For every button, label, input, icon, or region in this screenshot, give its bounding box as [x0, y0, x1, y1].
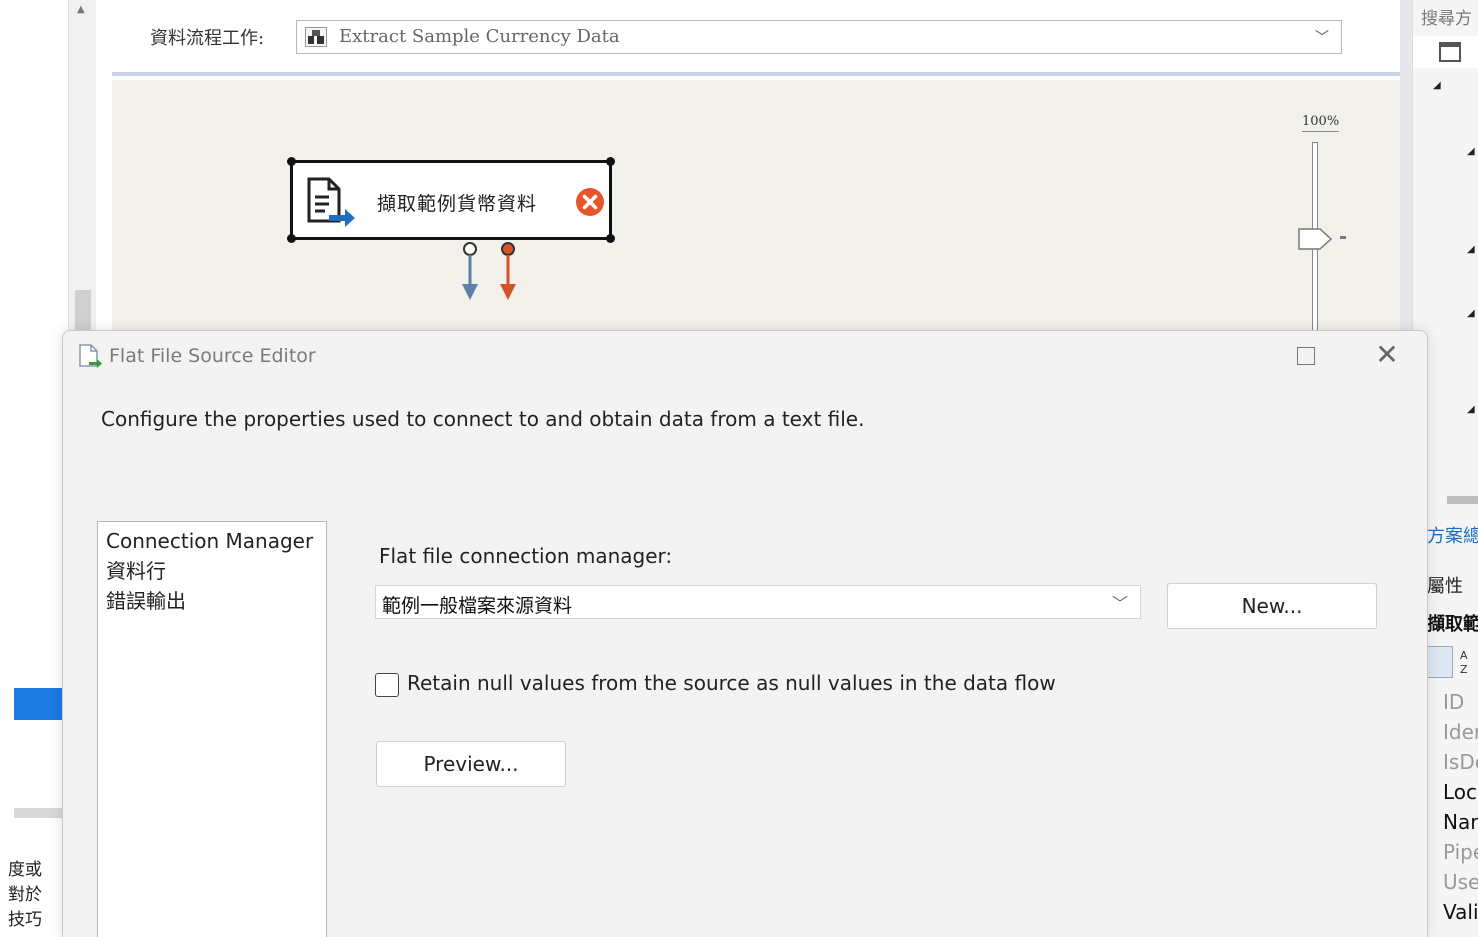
data-flow-task-select[interactable]: Extract Sample Currency Data ﹀: [296, 20, 1342, 54]
solution-explorer-tab[interactable]: 方案總: [1427, 522, 1478, 548]
data-flow-task-value: Extract Sample Currency Data: [339, 26, 620, 47]
expand-icon[interactable]: ◢: [1467, 308, 1475, 319]
left-text-line-2: 對於: [8, 885, 42, 905]
new-connection-button[interactable]: New...: [1167, 583, 1377, 629]
nav-item-columns[interactable]: 資料行: [98, 556, 326, 586]
scroll-thumb[interactable]: [75, 290, 91, 330]
flat-file-source-editor-dialog: Flat File Source Editor ✕ Configure the …: [62, 330, 1428, 937]
flat-file-source-icon: [79, 344, 102, 368]
maximize-icon[interactable]: [1297, 347, 1315, 365]
categorized-icon[interactable]: [1427, 646, 1453, 678]
svg-text:Z: Z: [1460, 663, 1468, 676]
nav-item-error-output[interactable]: 錯誤輸出: [98, 586, 326, 616]
property-validate[interactable]: Vali: [1443, 900, 1478, 924]
scroll-thumb[interactable]: [1447, 496, 1478, 504]
zoom-level-label: 100%: [1302, 114, 1340, 132]
solution-icon: [1439, 42, 1461, 62]
solution-search-input[interactable]: 搜尋方: [1421, 4, 1472, 29]
connection-manager-label: Flat file connection manager:: [379, 544, 673, 568]
canvas-border: [1400, 0, 1412, 340]
property-name[interactable]: Nar: [1443, 810, 1478, 834]
solution-tree-root[interactable]: [1413, 36, 1478, 68]
left-text-line-3: 技巧: [8, 910, 42, 930]
error-icon[interactable]: [575, 187, 605, 217]
property-isdefault[interactable]: IsDe: [1443, 750, 1478, 774]
scroll-up-icon[interactable]: ▲: [77, 4, 85, 15]
chevron-down-icon[interactable]: ﹀: [1315, 27, 1329, 47]
close-icon[interactable]: ✕: [1375, 339, 1399, 371]
properties-toolbar: A Z: [1427, 644, 1478, 680]
flat-file-source-component[interactable]: 擷取範例貨幣資料: [287, 157, 615, 243]
resize-handle[interactable]: [287, 157, 296, 166]
nav-item-connection-manager[interactable]: Connection Manager: [98, 526, 326, 556]
data-flow-task-bar: 資料流程工作: Extract Sample Currency Data ﹀: [112, 0, 1400, 76]
flat-file-source-icon: [307, 177, 355, 227]
dialog-title: Flat File Source Editor: [109, 345, 316, 367]
expand-icon[interactable]: ◢: [1433, 80, 1441, 91]
connection-manager-value: 範例一般檔案來源資料: [382, 595, 573, 617]
retain-null-label[interactable]: Retain null values from the source as nu…: [407, 671, 1056, 695]
component-label: 擷取範例貨幣資料: [377, 193, 538, 215]
svg-text:A: A: [1460, 649, 1468, 662]
left-text-line-1: 度或: [8, 860, 42, 880]
property-id[interactable]: ID: [1443, 690, 1464, 714]
properties-header: 屬性: [1427, 576, 1463, 597]
expand-icon[interactable]: ◢: [1467, 404, 1475, 415]
resize-handle[interactable]: [606, 234, 615, 243]
data-flow-task-label: 資料流程工作:: [150, 28, 265, 49]
panel-divider: [14, 808, 62, 818]
expand-icon[interactable]: ◢: [1467, 146, 1475, 157]
data-flow-task-icon: [305, 27, 327, 47]
properties-object-name[interactable]: 擷取範: [1427, 610, 1478, 636]
alphabetical-icon[interactable]: A Z: [1459, 646, 1478, 678]
left-panel-text: 度或 對於 技巧: [8, 858, 42, 933]
horizontal-scrollbar[interactable]: [1427, 494, 1478, 506]
left-panel: 度或 對於 技巧: [0, 0, 62, 937]
connection-manager-select[interactable]: 範例一般檔案來源資料 ﹀: [375, 585, 1141, 619]
data-path-arrows[interactable]: [452, 240, 522, 310]
property-usesdispositions[interactable]: Use: [1443, 870, 1478, 894]
property-pipeline[interactable]: Pipe: [1443, 840, 1478, 864]
editor-page-list: Connection Manager 資料行 錯誤輸出: [97, 521, 327, 937]
preview-button[interactable]: Preview...: [376, 741, 566, 787]
zoom-slider-thumb[interactable]: [1298, 228, 1332, 250]
retain-null-checkbox[interactable]: [375, 673, 399, 697]
resize-handle[interactable]: [606, 157, 615, 166]
resize-handle[interactable]: [287, 234, 296, 243]
data-flow-canvas[interactable]: 100% 擷取範例貨幣資料: [112, 80, 1400, 342]
property-identification[interactable]: Iden: [1443, 720, 1478, 744]
property-locale[interactable]: Loc: [1443, 780, 1477, 804]
designer-scrollbar[interactable]: ▲: [68, 0, 96, 330]
chevron-down-icon[interactable]: ﹀: [1112, 590, 1128, 614]
expand-icon[interactable]: ◢: [1467, 244, 1475, 255]
zoom-tick: [1340, 236, 1346, 239]
dialog-description: Configure the properties used to connect…: [101, 407, 865, 431]
selected-item-highlight[interactable]: [14, 688, 62, 720]
